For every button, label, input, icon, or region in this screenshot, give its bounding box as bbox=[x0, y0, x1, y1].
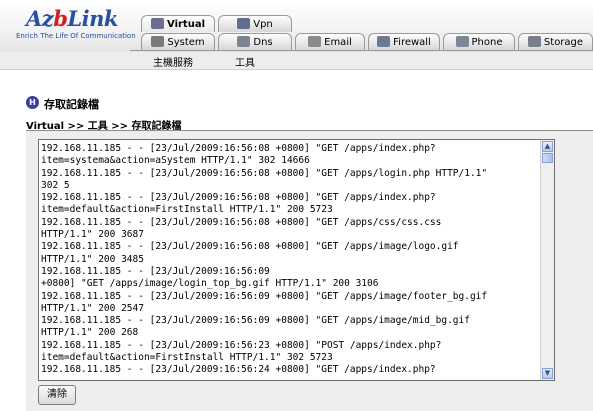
scrollbar-thumb[interactable] bbox=[542, 153, 553, 163]
page-title-badge-icon: H bbox=[26, 96, 39, 109]
brand-name: AzbLink bbox=[26, 6, 118, 31]
log-scrollbar[interactable]: ▲ ▼ bbox=[540, 140, 554, 380]
log-line: 192.168.11.185 - - [23/Jul/2009:16:56:09… bbox=[41, 315, 470, 327]
scroll-down-icon[interactable]: ▼ bbox=[542, 368, 553, 379]
log-line: HTTP/1.1" 200 268 bbox=[41, 327, 139, 339]
firewall-icon bbox=[377, 36, 391, 47]
log-line: 192.168.11.185 - - [23/Jul/2009:16:56:08… bbox=[41, 216, 442, 228]
access-log-text: 192.168.11.185 - - [23/Jul/2009:16:56:08… bbox=[41, 143, 541, 377]
log-line: 302 5 bbox=[41, 179, 70, 191]
header-bar: AzbLink Enrich The Life Of Communication… bbox=[0, 0, 593, 52]
tab-phone[interactable]: Phone bbox=[443, 33, 515, 50]
storage-icon bbox=[527, 36, 541, 47]
sub-navigation: 主機服務 工具 bbox=[0, 52, 593, 70]
subnav-tools[interactable]: 工具 bbox=[235, 54, 255, 69]
log-line: 192.168.11.185 - - [23/Jul/2009:16:56:09 bbox=[41, 265, 270, 277]
tab-baseline bbox=[130, 50, 593, 51]
system-icon bbox=[151, 36, 165, 47]
log-line: 192.168.11.185 - - [23/Jul/2009:16:56:08… bbox=[41, 167, 488, 179]
log-line: HTTP/1.1" 200 3485 bbox=[41, 253, 144, 265]
azblink-logo: AzbLink Enrich The Life Of Communication bbox=[12, 6, 136, 46]
log-line: HTTP/1.1" 200 3687 bbox=[41, 229, 144, 241]
access-log-textarea[interactable]: 192.168.11.185 - - [23/Jul/2009:16:56:08… bbox=[38, 139, 555, 381]
virtual-icon bbox=[151, 18, 164, 29]
tab-firewall[interactable]: Firewall bbox=[368, 33, 440, 50]
log-line: item=default&action=FirstInstall HTTP/1.… bbox=[41, 352, 333, 364]
phone-icon bbox=[455, 36, 469, 47]
log-line: HTTP/1.1" 200 2547 bbox=[41, 302, 144, 314]
scroll-up-icon[interactable]: ▲ bbox=[542, 141, 553, 152]
log-line: 192.168.11.185 - - [23/Jul/2009:16:56:08… bbox=[41, 241, 459, 253]
log-line: +0800] "GET /apps/image/login_top_bg.gif… bbox=[41, 278, 379, 290]
page-title: 存取記錄檔 bbox=[44, 98, 99, 111]
brand-tagline: Enrich The Life Of Communication bbox=[16, 32, 136, 40]
tab-dns[interactable]: Dns bbox=[218, 33, 292, 50]
dns-icon bbox=[237, 36, 251, 47]
log-line: 192.168.11.185 - - [23/Jul/2009:16:56:08… bbox=[41, 192, 436, 204]
tab-email[interactable]: Email bbox=[295, 33, 365, 50]
log-line: item=default&action=FirstInstall HTTP/1.… bbox=[41, 204, 333, 216]
clear-button[interactable]: 清除 bbox=[38, 385, 76, 405]
tab-virtual[interactable]: Virtual bbox=[141, 15, 215, 32]
log-line: 192.168.11.185 - - [23/Jul/2009:16:56:23… bbox=[41, 339, 442, 351]
vpn-icon bbox=[237, 18, 251, 29]
log-line: 192.168.11.185 - - [23/Jul/2009:16:56:24… bbox=[41, 364, 436, 376]
log-line: item=systema&action=aSystem HTTP/1.1" 30… bbox=[41, 155, 310, 167]
log-line: 192.168.11.185 - - [23/Jul/2009:16:56:09… bbox=[41, 290, 488, 302]
subnav-host-service[interactable]: 主機服務 bbox=[153, 54, 193, 69]
tab-vpn[interactable]: Vpn bbox=[218, 15, 292, 32]
tab-system[interactable]: System bbox=[141, 33, 215, 50]
tab-storage[interactable]: Storage bbox=[518, 33, 593, 50]
log-line: 192.168.11.185 - - [23/Jul/2009:16:56:08… bbox=[41, 143, 436, 154]
email-icon bbox=[308, 36, 322, 47]
